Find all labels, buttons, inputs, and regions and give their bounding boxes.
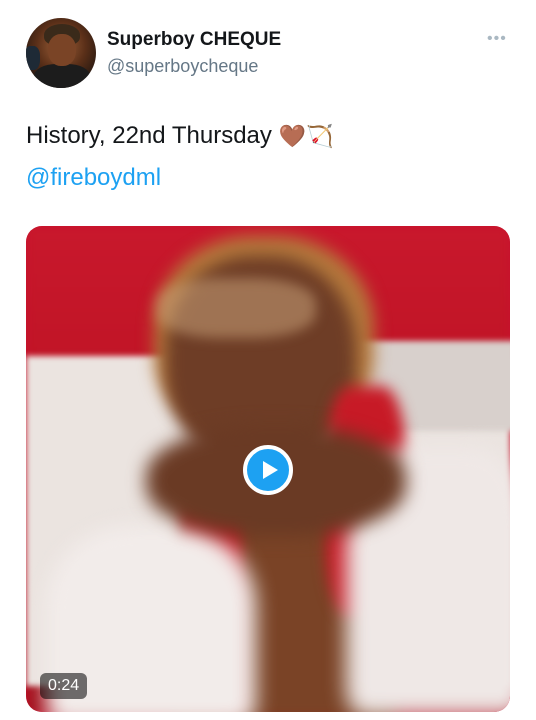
user-handle[interactable]: @superboycheque: [107, 56, 258, 77]
video-media[interactable]: 0:24: [26, 226, 510, 712]
more-options-icon[interactable]: •••: [487, 30, 507, 48]
video-duration-badge: 0:24: [40, 673, 88, 699]
display-name[interactable]: Superboy CHEQUE: [107, 29, 281, 51]
tweet-body: History, 22nd Thursday: [26, 122, 272, 149]
play-icon: [263, 461, 278, 479]
mention-link[interactable]: @fireboydml: [26, 164, 161, 192]
avatar-face: [48, 34, 76, 66]
video-frame-sunglasses: [156, 278, 316, 338]
avatar-body: [34, 64, 90, 88]
tweet-emojis: 🤎🏹: [278, 123, 334, 149]
tweet-text: History, 22nd Thursday 🤎🏹: [26, 122, 333, 150]
avatar-bag: [26, 46, 40, 70]
play-button[interactable]: [243, 445, 293, 495]
avatar[interactable]: [26, 18, 96, 88]
